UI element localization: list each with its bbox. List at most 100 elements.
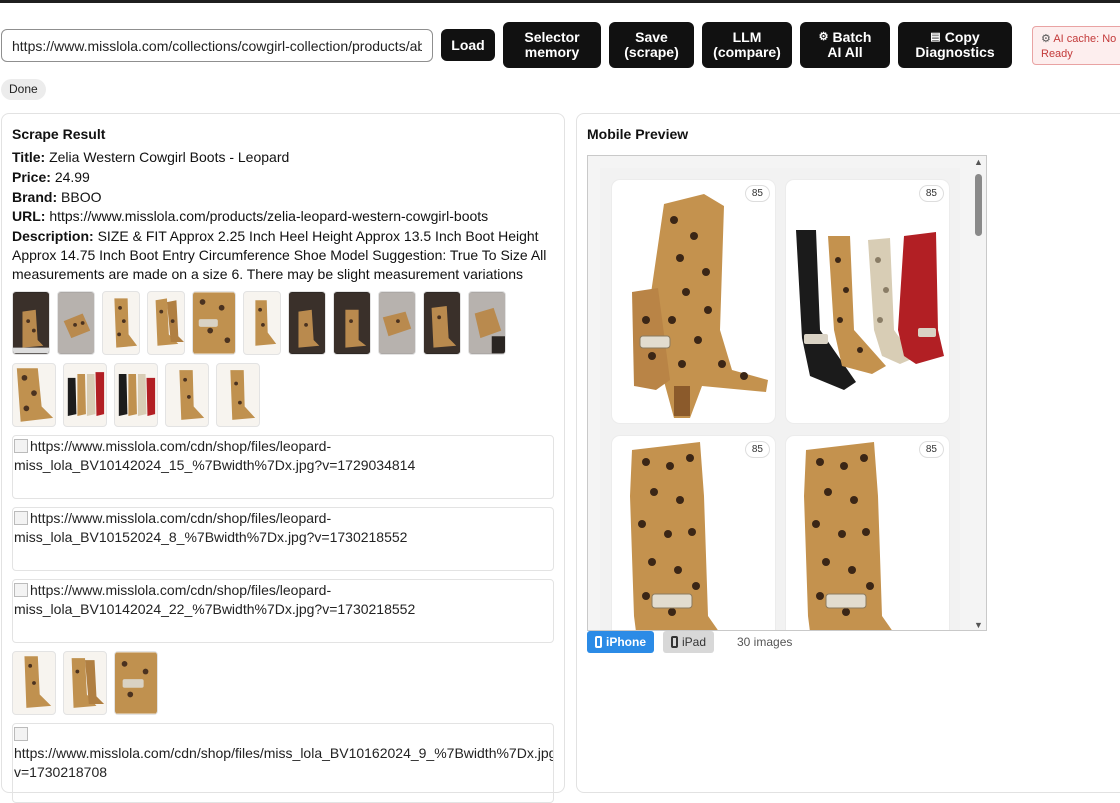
broken-image-url-line1: https://www.misslola.com/cdn/shop/files/… <box>14 745 554 761</box>
product-thumbnail[interactable] <box>12 651 56 715</box>
mobile-preview-title: Mobile Preview <box>587 126 689 142</box>
preview-card[interactable]: 85 <box>786 180 949 423</box>
product-thumbnail[interactable] <box>12 363 56 427</box>
brand-label: Brand: <box>12 189 58 205</box>
scroll-up-arrow-icon[interactable]: ▲ <box>974 157 983 167</box>
broken-image: https://www.misslola.com/cdn/shop/files/… <box>12 579 554 643</box>
selector-memory-button[interactable]: Selector memory <box>503 22 601 68</box>
robot-icon: ⚙ <box>818 31 829 43</box>
ai-cache-label-line1: AI cache: No <box>1053 33 1117 45</box>
copy-label-line1: Copy <box>944 29 980 45</box>
broken-image-icon <box>14 439 28 453</box>
product-thumbnail[interactable] <box>192 291 236 355</box>
ipad-label: iPad <box>682 635 707 649</box>
images-count: 30 images <box>737 635 793 649</box>
top-border <box>0 0 1120 3</box>
robot-icon: ⚙ <box>1041 33 1051 45</box>
broken-image: https://www.misslola.com/cdn/shop/files/… <box>12 507 554 571</box>
broken-image-url-line1: https://www.misslola.com/cdn/shop/files/… <box>30 438 332 454</box>
product-thumbnail[interactable] <box>63 363 107 427</box>
scrape-result-title: Scrape Result <box>12 126 106 142</box>
broken-image: https://www.misslola.com/cdn/shop/files/… <box>12 723 554 803</box>
copy-label-line2: Diagnostics <box>915 44 995 60</box>
product-thumbnail[interactable] <box>243 291 281 355</box>
broken-image-url-line2: miss_lola_BV10152024_8_%7Bwidth%7Dx.jpg?… <box>14 529 408 545</box>
scroll-down-arrow-icon[interactable]: ▼ <box>974 620 983 630</box>
product-thumbnail[interactable] <box>423 291 461 355</box>
match-score-badge: 85 <box>919 442 943 457</box>
save-label-line2: (scrape) <box>624 44 679 60</box>
selector-memory-label-line1: Selector <box>524 29 580 45</box>
status-badge: Done <box>1 79 46 100</box>
preview-card[interactable]: 85 <box>786 436 949 630</box>
broken-image-url-line2: miss_lola_BV10142024_22_%7Bwidth%7Dx.jpg… <box>14 601 416 617</box>
preview-card[interactable]: 85 <box>612 180 775 423</box>
broken-image-icon <box>14 727 28 741</box>
preview-card[interactable]: 85 <box>612 436 775 630</box>
scrape-result-panel: Scrape Result Title: Zelia Western Cowgi… <box>1 113 565 803</box>
product-thumbnail[interactable] <box>63 651 107 715</box>
load-button-label: Load <box>451 36 485 53</box>
url-input[interactable] <box>1 29 433 62</box>
iphone-toggle-button[interactable]: iPhone <box>587 631 655 653</box>
price-value: 24.99 <box>54 169 90 185</box>
ipad-toggle-button[interactable]: iPad <box>663 631 715 653</box>
title-label: Title: <box>12 149 46 165</box>
product-thumbnail[interactable] <box>12 291 50 355</box>
llm-label-line1: LLM <box>732 29 762 45</box>
iphone-label: iPhone <box>606 635 647 649</box>
brand-field: Brand: BBOO <box>12 188 557 207</box>
product-thumbnail[interactable] <box>216 363 260 427</box>
broken-image: https://www.misslola.com/cdn/shop/files/… <box>12 435 554 499</box>
save-scrape-button[interactable]: Save (scrape) <box>609 22 694 68</box>
price-label: Price: <box>12 169 51 185</box>
ai-cache-status: ⚙ AI cache: No Ready <box>1032 26 1120 65</box>
broken-image-url-line2: miss_lola_BV10142024_15_%7Bwidth%7Dx.jpg… <box>14 457 416 473</box>
product-thumbnail[interactable] <box>288 291 326 355</box>
broken-image-icon <box>14 511 28 525</box>
description-field: Description: SIZE & FIT Approx 2.25 Inch… <box>12 227 557 285</box>
title-value: Zelia Western Cowgirl Boots - Leopard <box>49 149 290 165</box>
price-field: Price: 24.99 <box>12 168 557 187</box>
batch-ai-all-button[interactable]: ⚙ Batch AI All <box>800 22 890 68</box>
product-thumbnail[interactable] <box>147 291 185 355</box>
image-thumbnails-row-2 <box>12 363 260 427</box>
ai-cache-label-line2: Ready <box>1041 48 1073 60</box>
match-score-badge: 85 <box>745 186 769 201</box>
url-field: URL: https://www.misslola.com/products/z… <box>12 207 557 226</box>
product-thumbnail[interactable] <box>165 363 209 427</box>
llm-label-line2: (compare) <box>713 44 781 60</box>
copy-diagnostics-button[interactable]: ▤ Copy Diagnostics <box>898 22 1012 68</box>
selector-memory-label-line2: memory <box>524 44 580 60</box>
description-label: Description: <box>12 228 94 244</box>
product-thumbnail[interactable] <box>378 291 416 355</box>
product-thumbnail[interactable] <box>468 291 506 355</box>
batch-label-line2: AI All <box>827 44 863 60</box>
broken-image-url-line1: https://www.misslola.com/cdn/shop/files/… <box>30 510 332 526</box>
scrollbar-thumb[interactable] <box>975 174 982 236</box>
product-thumbnail[interactable] <box>102 291 140 355</box>
broken-image-url-line1: https://www.misslola.com/cdn/shop/files/… <box>30 582 332 598</box>
title-field: Title: Zelia Western Cowgirl Boots - Leo… <box>12 148 557 167</box>
url-label: URL: <box>12 208 46 224</box>
batch-label-line1: Batch <box>832 29 872 45</box>
device-preview-frame[interactable]: 85 85 85 85 ▲ ▼ <box>587 155 987 631</box>
save-label-line1: Save <box>635 29 668 45</box>
llm-compare-button[interactable]: LLM (compare) <box>702 22 792 68</box>
product-thumbnail[interactable] <box>333 291 371 355</box>
load-button[interactable]: Load <box>441 29 495 61</box>
phone-icon <box>595 636 602 648</box>
preview-grid: 85 85 85 85 <box>600 168 960 630</box>
image-thumbnails-row-1 <box>12 291 506 355</box>
product-thumbnail[interactable] <box>57 291 95 355</box>
brand-value: BBOO <box>61 189 102 205</box>
product-thumbnail[interactable] <box>114 651 158 715</box>
match-score-badge: 85 <box>919 186 943 201</box>
preview-scrollbar[interactable]: ▲ ▼ <box>971 156 986 630</box>
tablet-icon <box>671 636 678 648</box>
image-thumbnails-row-3 <box>12 651 158 715</box>
mobile-preview-panel: Mobile Preview 85 85 85 85 ▲ ▼ iPhone iP… <box>576 113 1120 793</box>
broken-image-icon <box>14 583 28 597</box>
url-value: https://www.misslola.com/products/zelia-… <box>49 208 489 224</box>
product-thumbnail[interactable] <box>114 363 158 427</box>
